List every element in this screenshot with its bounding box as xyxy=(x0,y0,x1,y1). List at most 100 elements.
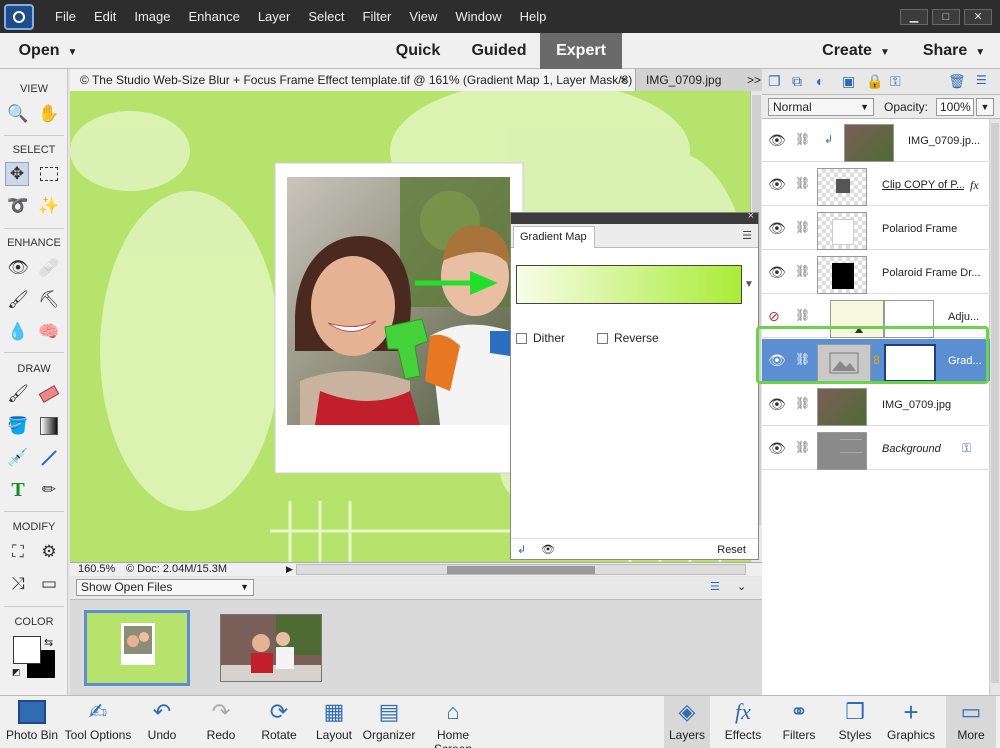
share-button[interactable]: Share ▼ xyxy=(912,33,996,69)
spot-healing-tool-icon[interactable]: 🩹 xyxy=(37,256,61,280)
bin-thumb-template[interactable] xyxy=(84,610,190,686)
tab-gradient-map[interactable]: Gradient Map xyxy=(513,226,595,248)
menu-image[interactable]: Image xyxy=(125,0,179,33)
gradient-map-titlebar[interactable]: × xyxy=(511,210,758,224)
graphics-button[interactable]: + Graphics xyxy=(886,696,936,748)
layer-link-icon[interactable]: ⛓ xyxy=(795,440,810,454)
styles-button[interactable]: ❒ Styles xyxy=(832,696,878,748)
brush-tool-icon[interactable]: 🖌 xyxy=(6,382,30,406)
layout-button[interactable]: ▦ Layout xyxy=(311,696,357,748)
gradient-dropdown-icon[interactable]: ▼ xyxy=(744,279,754,290)
open-button[interactable]: Open ▼ xyxy=(8,33,88,69)
lasso-tool-icon[interactable]: ➰ xyxy=(6,194,30,218)
layer-link-icon[interactable]: ⛓ xyxy=(795,396,810,410)
eyedropper-tool-icon[interactable]: 💉 xyxy=(6,446,30,470)
marquee-tool-icon[interactable] xyxy=(37,162,61,186)
tool-options-button[interactable]: ✍ Tool Options xyxy=(64,696,132,748)
bin-collapse-icon[interactable]: ⌄ xyxy=(737,580,746,593)
add-mask-icon[interactable]: ▣ xyxy=(842,73,855,90)
adjustment-layer-icon[interactable]: ◐ xyxy=(816,73,824,89)
layer-link-icon[interactable]: ⛓ xyxy=(795,308,810,322)
menu-view[interactable]: View xyxy=(400,0,446,33)
menu-file[interactable]: File xyxy=(46,0,85,33)
crop-tool-icon[interactable]: ⛶ xyxy=(6,540,30,564)
layers-scrollbar[interactable] xyxy=(990,119,1000,695)
menu-select[interactable]: Select xyxy=(299,0,353,33)
content-aware-move-tool-icon[interactable]: ⤨ xyxy=(6,572,30,596)
foreground-color-swatch[interactable] xyxy=(13,636,41,664)
blend-mode-select[interactable]: Normal ▼ xyxy=(768,98,874,116)
layer-polaroid-frame-drop[interactable]: 👁 ⛓ Polaroid Frame Dr... xyxy=(762,251,990,294)
dither-checkbox-box[interactable] xyxy=(516,332,527,344)
move-tool-icon[interactable]: ✥ xyxy=(5,162,29,186)
home-screen-button[interactable]: ⌂ Home Screen xyxy=(418,696,488,748)
maximize-button[interactable]: □ xyxy=(932,8,960,25)
minimize-button[interactable]: ▁ xyxy=(900,8,928,25)
blur-tool-icon[interactable]: 💧 xyxy=(6,320,30,344)
layers-scroll-thumb[interactable] xyxy=(991,123,999,683)
layer-background[interactable]: 👁 ⛓ Background ⚿ xyxy=(762,427,990,470)
hand-tool-icon[interactable]: ✋ xyxy=(37,102,61,126)
more-button[interactable]: ▭ More xyxy=(946,696,996,748)
layer-img-0709-clipped[interactable]: 👁 ⛓ ↲ IMG_0709.jp... xyxy=(762,119,990,162)
default-colors-icon[interactable]: ◩ xyxy=(12,667,21,678)
reverse-checkbox[interactable]: Reverse xyxy=(597,331,659,345)
gradient-preview[interactable] xyxy=(516,265,742,304)
canvas-horizontal-scrollbar[interactable] xyxy=(296,564,746,575)
layer-visibility-icon[interactable]: 👁 xyxy=(768,220,786,237)
type-tool-icon[interactable]: T xyxy=(6,478,30,502)
menu-enhance[interactable]: Enhance xyxy=(180,0,249,33)
menu-filter[interactable]: Filter xyxy=(354,0,401,33)
background-lock-icon[interactable]: ⚿ xyxy=(962,441,971,456)
zoom-tool-icon[interactable]: 🔍 xyxy=(6,102,30,126)
layer-visibility-icon[interactable]: 👁 xyxy=(768,264,786,281)
panel-menu-icon[interactable]: ☰ xyxy=(742,229,752,242)
layers-button[interactable]: ◈ Layers xyxy=(664,696,710,748)
layer-visibility-icon[interactable]: 👁 xyxy=(768,396,786,413)
redo-button[interactable]: ↷ Redo xyxy=(199,696,243,748)
lock-transparent-icon[interactable]: ⚿ xyxy=(890,73,901,90)
opacity-caret-icon[interactable]: ▼ xyxy=(976,98,994,116)
zoom-level[interactable]: 160.5% xyxy=(78,563,115,576)
paint-bucket-tool-icon[interactable]: 🪣 xyxy=(6,414,30,438)
straighten-tool-icon[interactable]: ▭ xyxy=(37,572,61,596)
magic-wand-tool-icon[interactable]: ✨ xyxy=(37,194,61,218)
red-eye-tool-icon[interactable]: 👁 xyxy=(6,256,30,280)
reverse-checkbox-box[interactable] xyxy=(597,332,608,344)
menu-edit[interactable]: Edit xyxy=(85,0,125,33)
pencil-tool-icon[interactable]: ✏ xyxy=(37,478,61,502)
recompose-tool-icon[interactable]: ⚙ xyxy=(37,540,61,564)
swap-colors-icon[interactable]: ⇆ xyxy=(44,636,53,649)
mode-expert[interactable]: Expert xyxy=(540,33,622,69)
filters-button[interactable]: ⚭ Filters xyxy=(776,696,822,748)
layer-polariod-frame[interactable]: 👁 ⛓ Polariod Frame xyxy=(762,207,990,250)
new-layer-icon[interactable]: ❐ xyxy=(768,73,781,90)
layer-visibility-icon[interactable]: 👁 xyxy=(768,132,786,149)
layer-fx-icon[interactable]: fx xyxy=(970,178,979,193)
lock-icon[interactable]: 🔒 xyxy=(866,73,883,90)
create-button[interactable]: Create ▼ xyxy=(816,33,896,69)
layer-img-0709[interactable]: 👁 ⛓ IMG_0709.jpg xyxy=(762,383,990,426)
photo-bin-button[interactable]: Photo Bin xyxy=(4,696,60,748)
sponge-tool-icon[interactable]: 🧠 xyxy=(37,320,61,344)
menu-help[interactable]: Help xyxy=(511,0,556,33)
undo-button[interactable]: ↶ Undo xyxy=(140,696,184,748)
layer-link-icon[interactable]: ⛓ xyxy=(795,176,810,190)
delete-layer-icon[interactable]: 🗑 xyxy=(948,73,966,90)
show-open-files-select[interactable]: Show Open Files ▼ xyxy=(76,579,254,596)
layers-menu-icon[interactable]: ☰ xyxy=(976,73,987,87)
line-tool-icon[interactable] xyxy=(37,446,61,470)
menu-layer[interactable]: Layer xyxy=(249,0,300,33)
canvas-horizontal-thumb[interactable] xyxy=(447,566,595,574)
close-tab-icon[interactable]: × xyxy=(620,69,627,91)
layer-link-icon[interactable]: ⛓ xyxy=(795,220,810,234)
menu-window[interactable]: Window xyxy=(446,0,510,33)
layer-clip-copy[interactable]: 👁 ⛓ Clip COPY of P... fx xyxy=(762,163,990,206)
smart-brush-tool-icon[interactable]: 🖌 xyxy=(6,288,30,312)
effects-button[interactable]: fx Effects xyxy=(720,696,766,748)
organizer-button[interactable]: ▤ Organizer xyxy=(362,696,416,748)
layer-hidden-icon[interactable]: ⊘ xyxy=(768,308,780,325)
eraser-tool-icon[interactable] xyxy=(37,382,61,406)
layer-link-icon[interactable]: ⛓ xyxy=(795,264,810,278)
new-group-icon[interactable]: ⧉ xyxy=(792,73,802,90)
